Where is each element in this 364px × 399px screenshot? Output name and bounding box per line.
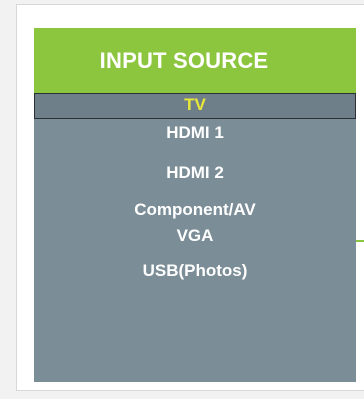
menu-header: INPUT SOURCE xyxy=(34,28,356,93)
menu-item-label: USB(Photos) xyxy=(142,261,248,280)
menu-item-component-av[interactable]: Component/AV xyxy=(34,200,356,220)
menu-item-label: VGA xyxy=(176,226,214,245)
menu-item-tv[interactable]: TV xyxy=(34,93,356,119)
menu-item-label: HDMI 2 xyxy=(166,163,224,182)
connector-line xyxy=(356,240,364,242)
input-source-menu: INPUT SOURCE TV HDMI 1 HDMI 2 Component/… xyxy=(34,28,356,382)
menu-item-label: TV xyxy=(184,95,206,114)
menu-item-vga[interactable]: VGA xyxy=(34,226,356,246)
menu-item-hdmi-1[interactable]: HDMI 1 xyxy=(34,123,356,143)
menu-item-label: Component/AV xyxy=(134,200,256,219)
menu-title: INPUT SOURCE xyxy=(99,47,269,73)
menu-item-label: HDMI 1 xyxy=(166,123,224,142)
menu-item-hdmi-2[interactable]: HDMI 2 xyxy=(34,163,356,183)
menu-item-usb-photos[interactable]: USB(Photos) xyxy=(34,261,356,281)
